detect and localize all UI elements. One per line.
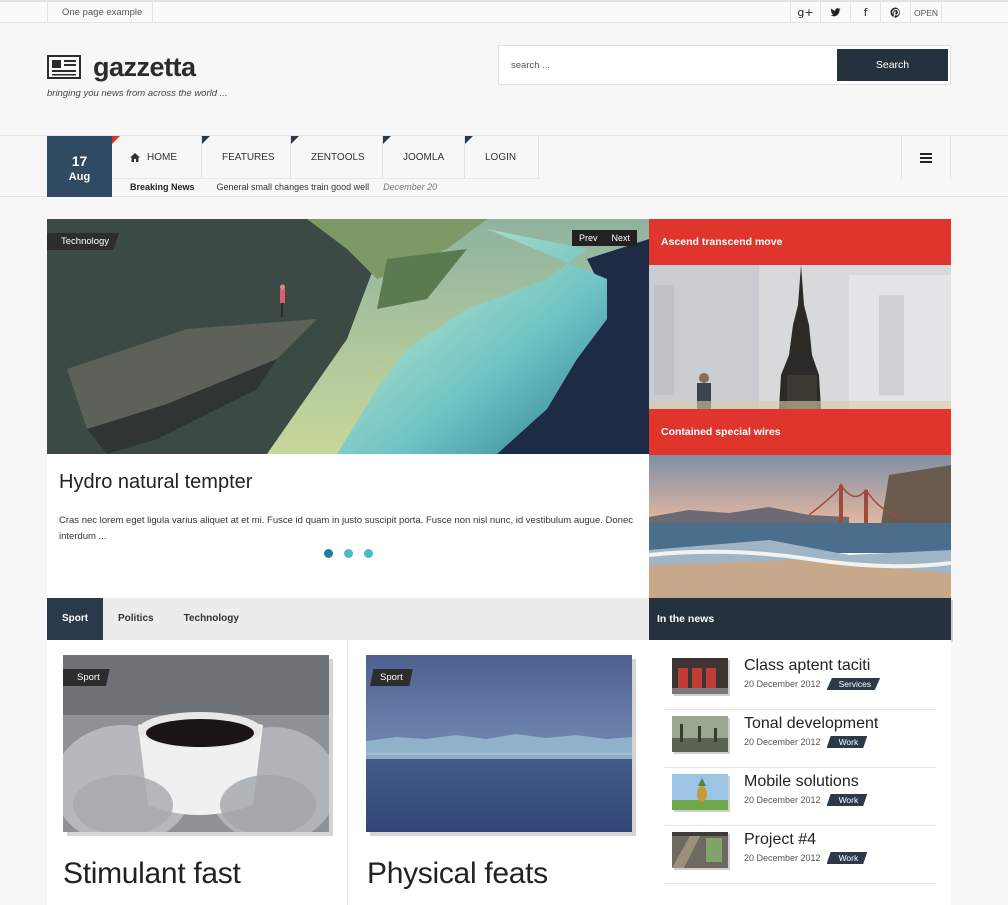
home-icon: [130, 153, 140, 162]
news-date: 20 December 2012: [744, 853, 821, 863]
category-tabs: Sport Politics Technology: [47, 598, 649, 640]
news-title[interactable]: Mobile solutions: [744, 773, 859, 791]
date-day: 17: [71, 153, 88, 169]
search-button[interactable]: Search: [837, 49, 948, 81]
news-meta: 20 December 2012 Services: [744, 678, 881, 690]
news-category-badge[interactable]: Work: [826, 852, 868, 864]
slider-dot[interactable]: [324, 549, 333, 558]
top-bar: One page example g+ f OPEN: [0, 0, 1008, 23]
breaking-news-ticker: Breaking News General small changes trai…: [130, 182, 437, 192]
breaking-news-date: December 20: [383, 182, 438, 192]
list-item[interactable]: Class aptent taciti 20 December 2012 Ser…: [664, 652, 936, 710]
menu-item-login[interactable]: LOGIN: [465, 136, 539, 179]
date-badge: 17 Aug: [47, 136, 112, 197]
slider-prev-button[interactable]: Prev: [572, 230, 605, 246]
search-form: Search: [498, 45, 951, 85]
breaking-news-link[interactable]: General small changes train good well: [217, 182, 370, 192]
search-input[interactable]: [499, 46, 835, 84]
news-category-badge[interactable]: Work: [826, 794, 868, 806]
card-title[interactable]: Physical feats: [367, 857, 548, 891]
news-category-badge[interactable]: Services: [826, 678, 881, 690]
main-navigation: 17 Aug HOME FEATURES ZENTOOLS JOOMLA LOG…: [0, 135, 1008, 197]
menu-corner-flag: [202, 136, 210, 144]
card-category-tag[interactable]: Sport: [370, 669, 413, 686]
news-date: 20 December 2012: [744, 737, 821, 747]
open-button[interactable]: OPEN: [910, 2, 942, 23]
side-feature-title[interactable]: Contained special wires: [649, 409, 951, 455]
news-category-badge[interactable]: Work: [826, 736, 868, 748]
hamburger-icon: [920, 152, 932, 163]
breaking-news-label: Breaking News: [130, 182, 195, 192]
slider-pagination: [324, 549, 373, 558]
list-item[interactable]: Tonal development 20 December 2012 Work: [664, 710, 936, 768]
menu-item-home[interactable]: HOME: [112, 136, 202, 179]
news-meta: 20 December 2012 Work: [744, 794, 868, 806]
google-plus-icon[interactable]: g+: [790, 2, 820, 23]
featured-slider: Technology Prev Next Hydro natural tempt…: [47, 219, 649, 599]
menu-item-joomla[interactable]: JOOMLA: [383, 136, 465, 179]
tab-content-cards: Sport Stimulant fast Sport Physical feat…: [47, 640, 649, 905]
slider-dot[interactable]: [364, 549, 373, 558]
golden-gate-beach-image[interactable]: [649, 455, 951, 599]
newspaper-icon[interactable]: [47, 55, 81, 79]
menu-bar: HOME FEATURES ZENTOOLS JOOMLA LOGIN: [112, 136, 539, 179]
slider-dot[interactable]: [344, 549, 353, 558]
tab-technology[interactable]: Technology: [169, 598, 254, 640]
site-label[interactable]: One page example: [47, 2, 153, 23]
news-date: 20 December 2012: [744, 795, 821, 805]
news-thumbnail[interactable]: [672, 774, 728, 810]
side-feature-title[interactable]: Ascend transcend move: [649, 219, 951, 265]
in-the-news-heading: In the news: [649, 598, 951, 640]
news-thumbnail[interactable]: [672, 832, 728, 868]
city-skyline-image[interactable]: [649, 265, 951, 409]
news-meta: 20 December 2012 Work: [744, 736, 868, 748]
card-category-tag[interactable]: Sport: [63, 669, 110, 686]
menu-corner-flag: [465, 136, 473, 144]
tab-politics[interactable]: Politics: [103, 598, 169, 640]
hamburger-menu-button[interactable]: [901, 136, 951, 179]
menu-item-zentools[interactable]: ZENTOOLS: [291, 136, 383, 179]
news-date: 20 December 2012: [744, 679, 821, 689]
slider-title[interactable]: Hydro natural tempter: [59, 471, 252, 494]
slider-image[interactable]: [47, 219, 649, 454]
site-tagline: bringing you news from across the world …: [47, 88, 228, 99]
menu-corner-flag: [291, 136, 299, 144]
news-title[interactable]: Class aptent taciti: [744, 657, 870, 675]
tab-sport[interactable]: Sport: [47, 598, 103, 640]
slider-next-button[interactable]: Next: [605, 230, 638, 246]
slider-excerpt: Cras nec lorem eget ligula varius alique…: [59, 515, 633, 542]
slider-category-tag[interactable]: Technology: [47, 233, 120, 250]
list-item[interactable]: Project #4 20 December 2012 Work: [664, 826, 936, 884]
card-title[interactable]: Stimulant fast: [63, 857, 241, 891]
in-the-news-list: Class aptent taciti 20 December 2012 Ser…: [649, 640, 951, 905]
date-month: Aug: [68, 171, 91, 183]
twitter-icon[interactable]: [820, 2, 850, 23]
card-divider: [347, 640, 348, 905]
news-title[interactable]: Project #4: [744, 831, 816, 849]
pinterest-icon[interactable]: [880, 2, 910, 23]
social-links: g+ f OPEN: [790, 2, 942, 23]
menu-corner-flag: [383, 136, 391, 144]
news-thumbnail[interactable]: [672, 658, 728, 694]
news-meta: 20 December 2012 Work: [744, 852, 868, 864]
news-title[interactable]: Tonal development: [744, 715, 878, 733]
slider-controls: Prev Next: [572, 230, 638, 246]
list-item[interactable]: Mobile solutions 20 December 2012 Work: [664, 768, 936, 826]
news-thumbnail[interactable]: [672, 716, 728, 752]
side-features: Ascend transcend move Contained special …: [649, 219, 951, 599]
site-logo[interactable]: gazzetta: [93, 52, 196, 83]
menu-item-features[interactable]: FEATURES: [202, 136, 291, 179]
facebook-icon[interactable]: f: [850, 2, 880, 23]
